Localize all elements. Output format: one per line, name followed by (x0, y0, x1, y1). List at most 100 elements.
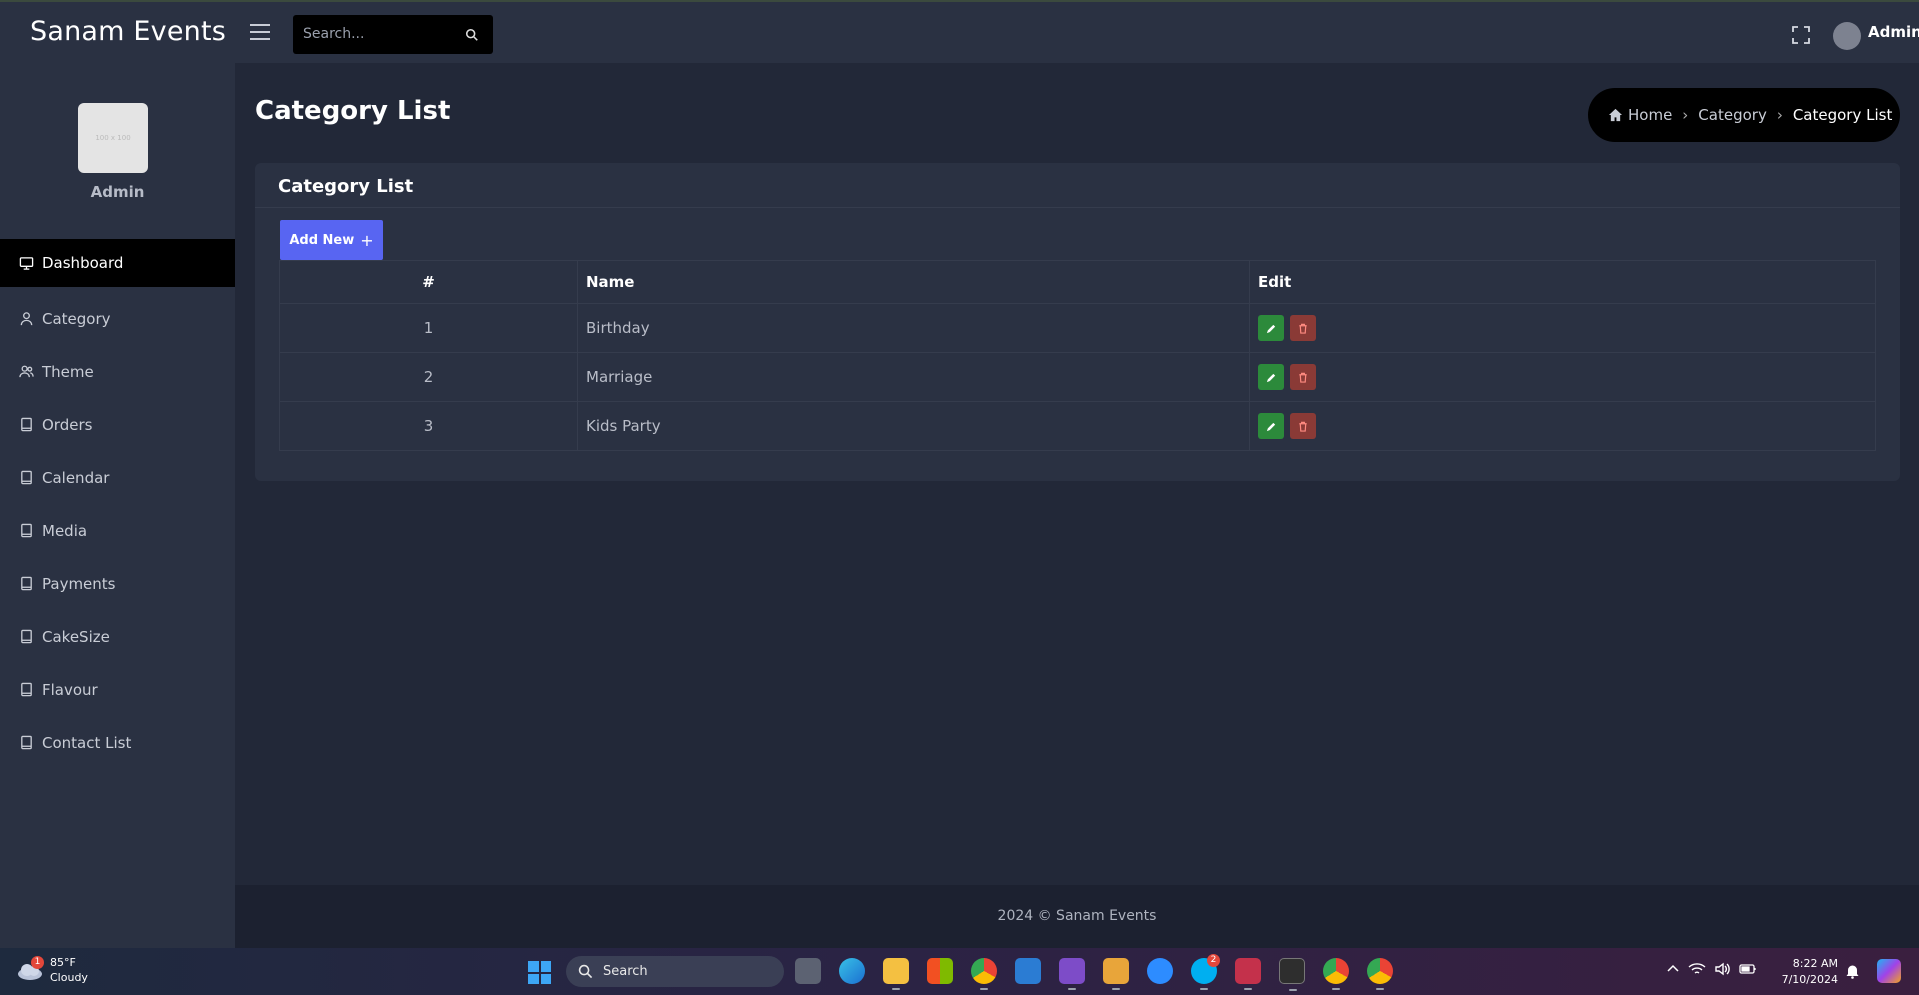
breadcrumb-category[interactable]: Category (1698, 106, 1767, 124)
avatar[interactable] (1833, 22, 1861, 50)
chrome-icon[interactable] (971, 958, 997, 990)
book-icon (21, 470, 32, 485)
system-tray (1666, 962, 1765, 976)
menu-toggle-icon[interactable] (250, 24, 270, 42)
sidebar-item-calendar[interactable]: Calendar (0, 451, 235, 504)
sidebar-item-label: CakeSize (42, 627, 110, 646)
row-actions (1249, 303, 1876, 353)
row-name: Birthday (577, 303, 1250, 353)
edit-button[interactable] (1258, 413, 1284, 439)
visual-studio-icon[interactable] (1059, 958, 1085, 990)
skype-icon[interactable]: 2 (1191, 954, 1220, 990)
breadcrumb-home[interactable]: Home (1628, 106, 1672, 124)
system-clock[interactable]: 8:22 AM 7/10/2024 (1770, 956, 1838, 988)
edit-button[interactable] (1258, 364, 1284, 390)
card-title: Category List (278, 176, 414, 197)
column-header-edit: Edit (1249, 260, 1876, 304)
monitor-icon (19, 256, 34, 270)
sql-tool-icon[interactable] (1235, 958, 1261, 990)
weather-desc: Cloudy (50, 971, 88, 984)
microsoft-store-icon[interactable] (927, 958, 953, 984)
top-bar: Sanam Events Admin (0, 0, 1919, 63)
zoom-icon[interactable] (1147, 958, 1173, 984)
weather-widget[interactable]: 1 85°F Cloudy (16, 955, 88, 985)
snipping-tool-icon[interactable] (1103, 958, 1129, 990)
row-actions (1249, 401, 1876, 451)
mail-icon[interactable] (1015, 958, 1041, 984)
wifi-icon[interactable] (1688, 962, 1706, 976)
sidebar-item-label: Payments (42, 574, 116, 593)
sidebar-item-label: Orders (42, 415, 93, 434)
bell-icon[interactable] (1845, 963, 1860, 979)
taskbar-search[interactable]: Search (566, 956, 784, 987)
profile-name: Admin (90, 183, 145, 201)
category-table: # Name Edit 1 Birthday 2 Marriage 3 Kids… (279, 260, 1876, 451)
row-number: 1 (279, 303, 578, 353)
sidebar-item-label: Media (42, 521, 88, 540)
table-row: 1 Birthday (279, 303, 1876, 353)
chevron-right-icon: › (1776, 106, 1783, 124)
add-new-label: Add New (289, 232, 355, 248)
task-view-icon[interactable] (795, 958, 821, 984)
sidebar-item-theme[interactable]: Theme (0, 345, 235, 398)
search-icon (578, 964, 593, 979)
delete-button[interactable] (1290, 364, 1316, 390)
sidebar-item-label: Contact List (42, 733, 132, 752)
row-name: Marriage (577, 352, 1250, 402)
pencil-icon (1266, 373, 1275, 382)
sidebar-item-category[interactable]: Category (0, 292, 235, 345)
table-row: 2 Marriage (279, 352, 1876, 402)
delete-button[interactable] (1290, 413, 1316, 439)
row-number: 3 (279, 401, 578, 451)
sidebar-item-dashboard[interactable]: Dashboard (0, 239, 235, 287)
terminal-icon[interactable] (1279, 958, 1305, 991)
copilot-icon[interactable] (1877, 959, 1901, 983)
file-explorer-icon[interactable] (883, 958, 909, 990)
chrome-icon[interactable] (1367, 958, 1393, 990)
user-menu-label[interactable]: Admin (1868, 23, 1919, 41)
taskbar-search-label: Search (603, 964, 648, 979)
sidebar-item-label: Flavour (42, 680, 98, 699)
weather-temp: 85°F (50, 956, 76, 969)
weather-badge: 1 (31, 956, 44, 969)
delete-button[interactable] (1290, 315, 1316, 341)
chevron-up-icon[interactable] (1666, 962, 1680, 976)
table-row: 3 Kids Party (279, 401, 1876, 451)
search-input[interactable] (303, 24, 453, 44)
battery-icon[interactable] (1739, 963, 1757, 975)
sidebar-item-flavour[interactable]: Flavour (0, 663, 235, 716)
sidebar-item-cakesize[interactable]: CakeSize (0, 610, 235, 663)
table-header-row: # Name Edit (279, 260, 1876, 304)
brand-logo[interactable]: Sanam Events (30, 16, 226, 47)
sidebar-item-label: Theme (42, 362, 94, 381)
search-icon[interactable] (465, 28, 479, 42)
cloud-icon: 1 (16, 956, 44, 981)
footer: 2024 © Sanam Events (235, 885, 1919, 948)
sidebar: 100 x 100 Admin Dashboard Category Theme… (0, 63, 235, 948)
sidebar-item-label: Dashboard (42, 254, 124, 272)
add-new-button[interactable]: Add New + (280, 220, 383, 260)
pencil-icon (1266, 422, 1275, 431)
sidebar-item-contact-list[interactable]: Contact List (0, 716, 235, 769)
sidebar-item-payments[interactable]: Payments (0, 557, 235, 610)
pencil-icon (1266, 324, 1275, 333)
category-card: Category List Add New + # Name Edit 1 Bi… (255, 163, 1900, 481)
sidebar-item-label: Calendar (42, 468, 110, 487)
sidebar-item-orders[interactable]: Orders (0, 398, 235, 451)
fullscreen-icon[interactable] (1792, 26, 1810, 44)
book-icon (21, 523, 32, 538)
book-icon (21, 417, 32, 432)
profile-image: 100 x 100 (78, 103, 148, 173)
windows-start-icon[interactable] (528, 961, 551, 984)
sidebar-item-media[interactable]: Media (0, 504, 235, 557)
edit-button[interactable] (1258, 315, 1284, 341)
volume-icon[interactable] (1714, 962, 1731, 976)
edge-icon[interactable] (839, 958, 865, 984)
row-number: 2 (279, 352, 578, 402)
column-header-number: # (279, 260, 578, 304)
card-header: Category List (255, 163, 1900, 208)
book-icon (21, 682, 32, 697)
chrome-icon[interactable] (1323, 958, 1349, 990)
clock-time: 8:22 AM (1792, 957, 1838, 970)
book-icon (21, 576, 32, 591)
